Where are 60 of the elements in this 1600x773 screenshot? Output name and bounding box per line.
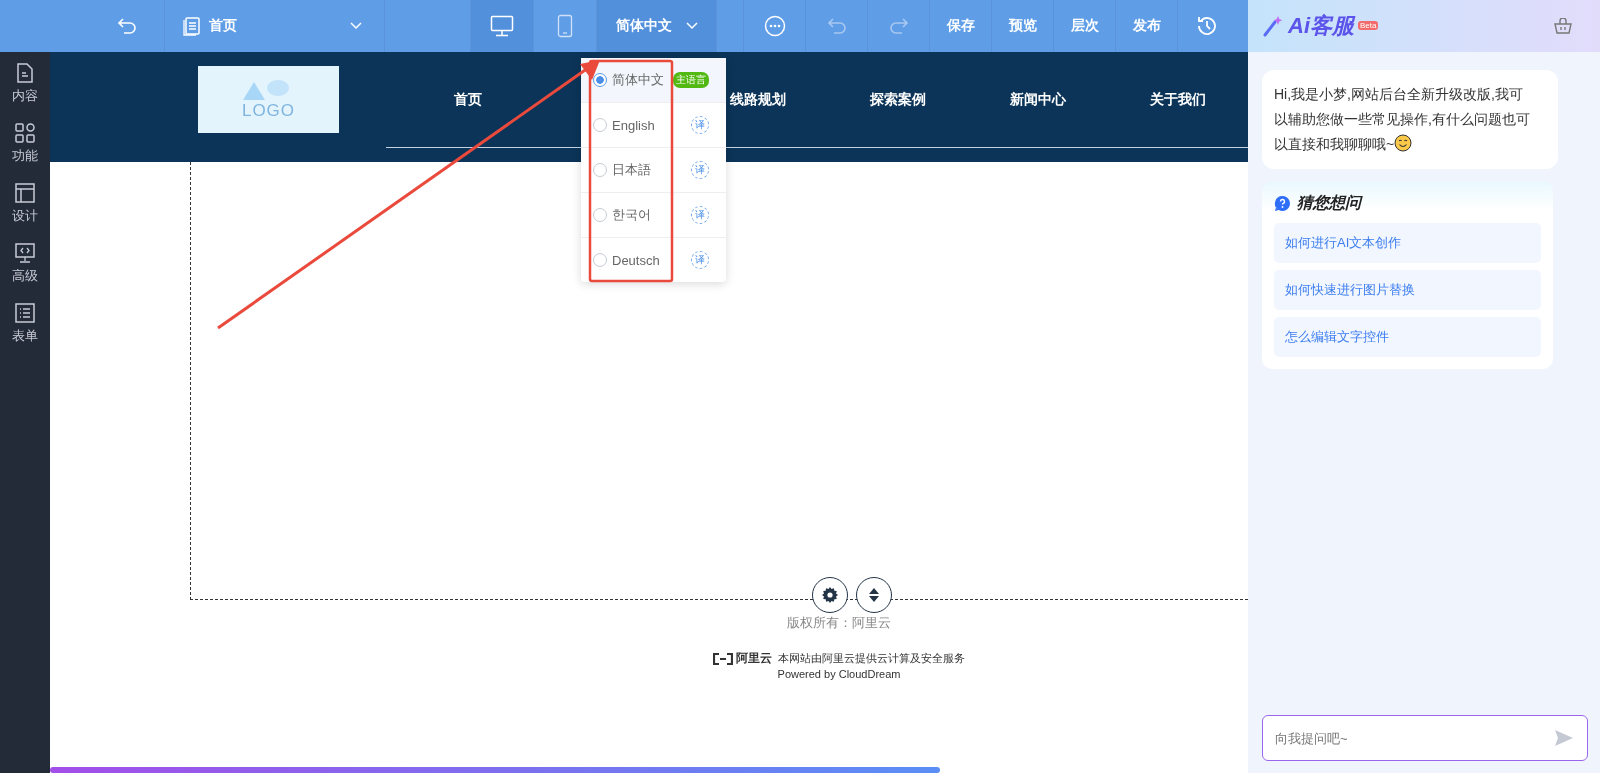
move-button[interactable] (856, 577, 892, 613)
chat-message: Hi,我是小梦,网站后台全新升级改版,我可以辅助您做一些常见操作,有什么问题也可以直接和我聊聊哦~ (1262, 70, 1558, 169)
smiley-icon (1394, 134, 1413, 152)
undo-icon (825, 16, 848, 36)
send-icon[interactable] (1554, 729, 1574, 747)
language-option[interactable]: English 译 (581, 103, 726, 148)
nav-link[interactable]: 新闻中心 (968, 90, 1108, 109)
copyright-text: 版权所有：阿里云 (787, 614, 891, 632)
chevron-icon (350, 22, 362, 30)
radio-button[interactable] (593, 73, 607, 87)
logo-text: LOGO (241, 102, 296, 120)
desktop-view-button[interactable] (471, 0, 534, 52)
sidebar-item[interactable]: 表单 (12, 302, 38, 345)
provider-text: 本网站由阿里云提供云计算及安全服务 (778, 651, 965, 666)
language-option[interactable]: 日本語 译 (581, 148, 726, 193)
language-option[interactable]: 简体中文 主语言 (581, 58, 726, 103)
radio-button[interactable] (593, 163, 607, 177)
settings-icon (821, 586, 839, 604)
document-icon (14, 62, 36, 84)
radio-button[interactable] (593, 253, 607, 267)
provider-logo: 阿里云 (713, 650, 772, 667)
question-icon (1274, 195, 1291, 212)
code-monitor-icon (14, 242, 36, 264)
layout-icon (14, 182, 36, 204)
basket-icon[interactable] (1554, 18, 1572, 34)
sidebar-item[interactable]: 内容 (12, 62, 38, 105)
magic-wand-icon (1262, 15, 1284, 37)
suggested-question[interactable]: 如何进行AI文本创作 (1274, 223, 1541, 263)
language-selector[interactable]: 简体中文 (597, 0, 717, 52)
nav-link[interactable]: 探索案例 (828, 90, 968, 109)
monitor-icon (490, 15, 514, 37)
scroll-bar[interactable] (50, 767, 940, 773)
assistant-title: Ai客服 (1288, 12, 1354, 40)
sidebar-item[interactable]: 功能 (12, 122, 38, 165)
sort-icon (868, 587, 880, 603)
sidebar-item[interactable]: 高级 (12, 242, 38, 285)
document-icon (183, 16, 201, 36)
more-icon (763, 15, 786, 37)
question-input[interactable]: 向我提问吧~ (1262, 715, 1588, 761)
nav-link[interactable]: 首页 (398, 90, 538, 109)
history-icon (1195, 14, 1219, 38)
list-icon (14, 302, 36, 324)
language-option[interactable]: Deutsch 译 (581, 238, 726, 282)
suggestions-title: 猜您想问 (1297, 193, 1361, 213)
phone-icon (557, 14, 573, 38)
suggested-question[interactable]: 如何快速进行图片替换 (1274, 270, 1541, 310)
powered-by-text: Powered by CloudDream (777, 668, 901, 680)
primary-language-badge: 主语言 (673, 72, 709, 88)
back-icon (116, 16, 138, 36)
grid-icon (14, 122, 36, 144)
radio-button[interactable] (593, 118, 607, 132)
suggested-question[interactable]: 怎么编辑文字控件 (1274, 317, 1541, 357)
language-option[interactable]: 한국어 译 (581, 193, 726, 238)
nav-link[interactable]: 关于我们 (1108, 90, 1248, 109)
radio-button[interactable] (593, 208, 607, 222)
redo-icon (887, 16, 910, 36)
settings-button[interactable] (812, 577, 848, 613)
beta-badge: Beta (1358, 21, 1379, 30)
sidebar-item[interactable]: 设计 (12, 182, 38, 225)
chevron-icon (685, 22, 698, 30)
